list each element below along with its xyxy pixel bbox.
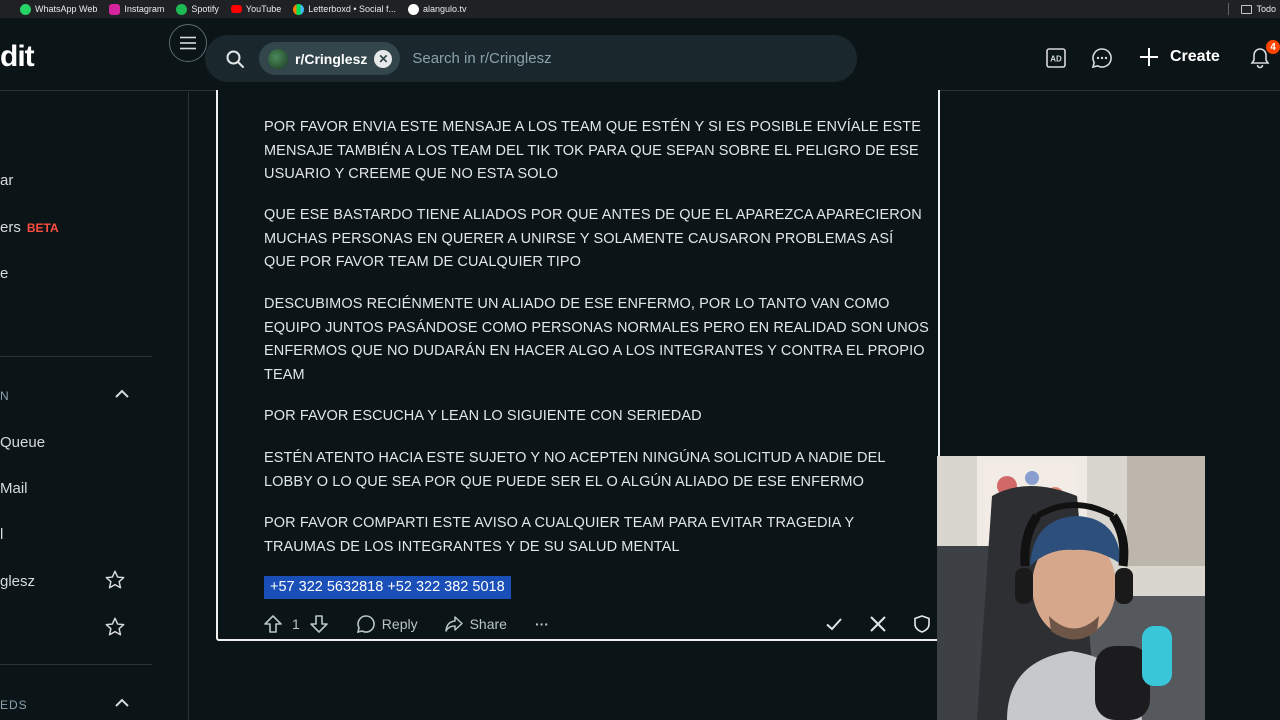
- star-icon[interactable]: [104, 616, 126, 638]
- sidebar-item-explore[interactable]: e: [0, 265, 8, 282]
- sidebar-item-answers[interactable]: ers BETA: [0, 219, 59, 236]
- plus-icon: [1140, 48, 1158, 66]
- chevron-up-icon[interactable]: [114, 695, 130, 711]
- bookmark-instagram[interactable]: Instagram: [109, 3, 164, 15]
- bookmarks-bar: WhatsApp Web Instagram Spotify YouTube L…: [0, 0, 1280, 18]
- selected-phone-numbers: +57 322 5632818 +52 322 382 5018: [264, 576, 511, 599]
- search-icon: [226, 50, 244, 68]
- comment-paragraph: QUE ESE BASTARDO TIENE ALIADOS POR QUE A…: [264, 207, 922, 270]
- chat-icon[interactable]: [1090, 46, 1114, 70]
- create-button[interactable]: Create: [1138, 46, 1220, 68]
- bookmark-separator: [1228, 3, 1229, 15]
- whatsapp-icon: [20, 3, 31, 15]
- instagram-icon: [109, 3, 121, 15]
- mod-action-group: [824, 610, 932, 638]
- subreddit-chip-label: r/Cringlesz: [295, 50, 368, 67]
- share-button[interactable]: Share: [444, 614, 507, 634]
- hamburger-icon: [180, 36, 196, 50]
- globe-icon: [408, 3, 419, 15]
- section-moderation-header[interactable]: N: [0, 389, 10, 403]
- advertise-icon[interactable]: AD: [1044, 46, 1068, 70]
- bookmark-youtube[interactable]: YouTube: [230, 4, 281, 14]
- sidebar-toggle-button[interactable]: [169, 24, 207, 62]
- chevron-up-icon[interactable]: [114, 386, 130, 402]
- sidebar-item-cringlesz[interactable]: glesz: [0, 573, 35, 590]
- sidebar-item-popular[interactable]: ar: [0, 172, 13, 189]
- comment-action-bar: 1 Reply Share ···: [262, 610, 932, 638]
- subreddit-chip[interactable]: r/Cringlesz ✕: [259, 42, 401, 75]
- approve-check-icon[interactable]: [824, 614, 844, 634]
- comment-card: POR FAVOR ENVIA ESTE MENSAJE A LOS TEAM …: [216, 90, 940, 641]
- sidebar-item-mod-tools[interactable]: l: [0, 526, 3, 543]
- star-icon[interactable]: [104, 569, 126, 591]
- comment-paragraph: POR FAVOR COMPARTI ESTE AVISO A CUALQUIE…: [264, 515, 855, 555]
- beta-badge: BETA: [26, 221, 59, 235]
- sidebar-item-mod-mail[interactable]: Mail: [0, 480, 28, 497]
- more-options-button[interactable]: ···: [535, 616, 549, 632]
- notification-badge: 4: [1266, 40, 1280, 54]
- upvote-icon[interactable]: [262, 613, 284, 635]
- search-bar[interactable]: r/Cringlesz ✕: [205, 35, 857, 82]
- shield-icon[interactable]: [912, 614, 932, 634]
- left-sidebar: ar ers BETA e N Queue Mail l glesz EDS: [0, 92, 189, 720]
- reply-bubble-icon: [356, 615, 375, 634]
- youtube-icon: [230, 5, 242, 13]
- sidebar-item-mod-queue[interactable]: Queue: [0, 434, 45, 451]
- close-icon[interactable]: ✕: [374, 49, 393, 68]
- bookmark-whatsapp[interactable]: WhatsApp Web: [20, 3, 97, 15]
- bookmark-folder-todo[interactable]: Todo: [1241, 0, 1280, 18]
- comment-paragraph: POR FAVOR ENVIA ESTE MENSAJE A LOS TEAM …: [264, 119, 922, 182]
- svg-text:AD: AD: [1050, 55, 1062, 64]
- letterboxd-icon: [293, 3, 305, 15]
- sidebar-divider: [0, 356, 152, 357]
- bookmark-letterboxd[interactable]: Letterboxd • Social f...: [293, 3, 396, 15]
- subreddit-avatar: [268, 48, 288, 69]
- bookmark-alangulo[interactable]: alangulo.tv: [408, 3, 467, 15]
- spotify-icon: [176, 3, 188, 15]
- vote-group: 1: [262, 613, 330, 635]
- folder-icon: [1241, 4, 1253, 14]
- vote-count: 1: [292, 616, 300, 632]
- reddit-logo[interactable]: dit: [0, 40, 35, 74]
- comment-paragraph: POR FAVOR ESCUCHA Y LEAN LO SIGUIENTE CO…: [264, 408, 702, 424]
- remove-x-icon[interactable]: [868, 614, 888, 634]
- search-input[interactable]: [412, 50, 833, 67]
- webcam-overlay: [937, 456, 1205, 720]
- webcam-feed-image: [937, 456, 1205, 720]
- comment-paragraph: ESTÉN ATENTO HACIA ESTE SUJETO Y NO ACEP…: [264, 450, 886, 490]
- share-icon: [444, 616, 463, 632]
- bookmark-spotify[interactable]: Spotify: [176, 3, 219, 15]
- comment-paragraph: DESCUBIMOS RECIÉNMENTE UN ALIADO DE ESE …: [264, 296, 929, 383]
- downvote-icon[interactable]: [308, 613, 330, 635]
- reply-button[interactable]: Reply: [356, 614, 418, 634]
- sidebar-divider: [0, 664, 152, 665]
- section-feeds-header[interactable]: EDS: [0, 698, 28, 712]
